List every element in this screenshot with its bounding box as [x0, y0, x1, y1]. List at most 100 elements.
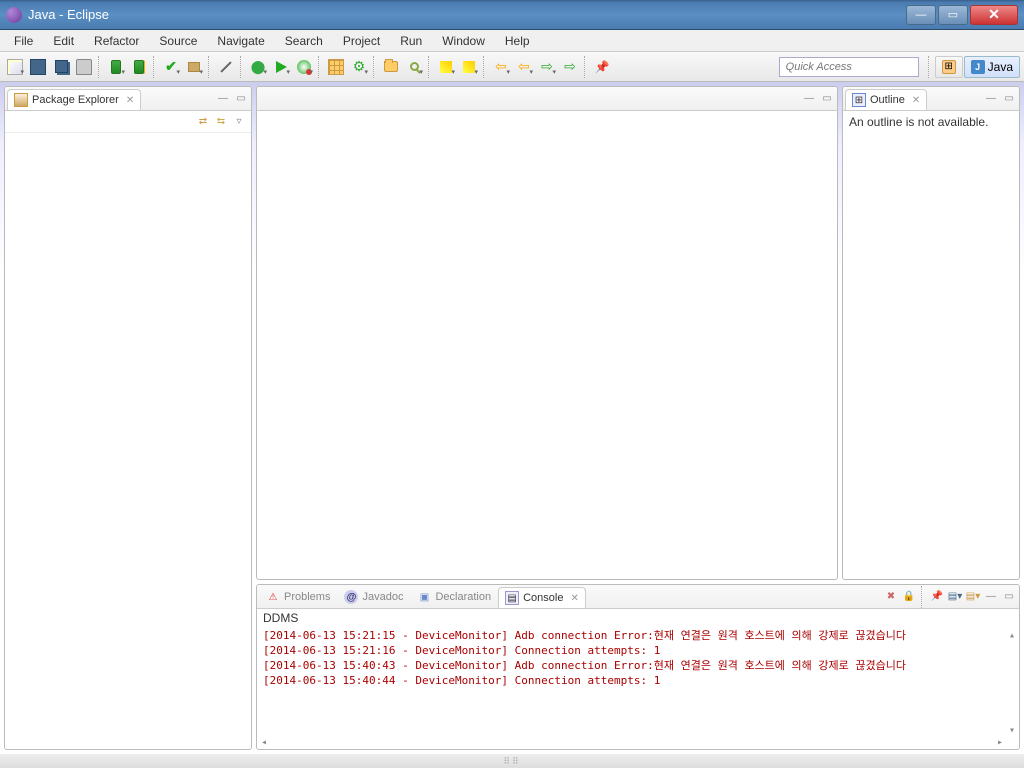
- editor-body[interactable]: [257, 111, 837, 579]
- tab-javadoc[interactable]: @ Javadoc: [337, 586, 410, 607]
- console-source-label: DDMS: [257, 609, 1019, 627]
- nav-forward2-button[interactable]: ⇨: [536, 56, 558, 78]
- phone-icon: [134, 60, 144, 74]
- open-type-button[interactable]: [380, 56, 402, 78]
- toolbar-separator: [928, 56, 932, 78]
- new-android-button[interactable]: [325, 56, 347, 78]
- minimize-view-button[interactable]: —: [983, 91, 999, 107]
- toolbar-separator: [584, 56, 588, 78]
- menu-run[interactable]: Run: [390, 31, 432, 51]
- outline-view: ⊞ Outline ✕ — ▭ An outline is not availa…: [842, 86, 1020, 580]
- toolbar-separator: [483, 56, 487, 78]
- lint-button[interactable]: ✔: [160, 56, 182, 78]
- menu-navigate[interactable]: Navigate: [207, 31, 274, 51]
- java-perspective-icon: J: [971, 60, 985, 74]
- tab-declaration[interactable]: ▣ Declaration: [410, 586, 498, 607]
- menu-search[interactable]: Search: [275, 31, 333, 51]
- close-icon[interactable]: ✕: [570, 593, 578, 604]
- save-icon: [30, 59, 46, 75]
- menu-edit[interactable]: Edit: [43, 31, 84, 51]
- declaration-icon: ▣: [417, 590, 431, 604]
- close-icon[interactable]: ✕: [126, 95, 134, 106]
- menu-help[interactable]: Help: [495, 31, 540, 51]
- toolbar-separator: [153, 56, 157, 78]
- minimize-button[interactable]: —: [906, 5, 936, 25]
- center-right-column: — ▭ ⊞ Outline ✕: [256, 86, 1020, 750]
- display-console-button[interactable]: ▤▾: [947, 589, 963, 605]
- nav-back-button[interactable]: ⇦: [490, 56, 512, 78]
- bug-icon: ⬤: [251, 59, 266, 75]
- tab-package-explorer[interactable]: Package Explorer ✕: [7, 89, 141, 110]
- check-icon: ✔: [165, 58, 177, 75]
- view-controls: — ▭: [801, 91, 835, 107]
- scroll-up-icon[interactable]: ▴: [1009, 629, 1015, 643]
- link-editor-button[interactable]: ⇆: [213, 114, 229, 130]
- package-explorer-body[interactable]: [5, 133, 251, 749]
- app-window: Java - Eclipse — ▭ ✕ File Edit Refactor …: [0, 0, 1024, 768]
- quick-access-input[interactable]: [779, 57, 919, 77]
- scroll-left-icon[interactable]: ◂: [261, 736, 1015, 750]
- maximize-view-button[interactable]: ▭: [1001, 91, 1017, 107]
- console-output[interactable]: [2014-06-13 15:21:15 - DeviceMonitor] Ad…: [257, 627, 1019, 749]
- run-button[interactable]: [270, 56, 292, 78]
- menu-source[interactable]: Source: [149, 31, 207, 51]
- run-last-button[interactable]: [293, 56, 315, 78]
- collapse-all-button[interactable]: ⇄: [195, 114, 211, 130]
- nav-forward-button[interactable]: ⇦: [513, 56, 535, 78]
- close-button[interactable]: ✕: [970, 5, 1018, 25]
- save-all-button[interactable]: [50, 56, 72, 78]
- menu-refactor[interactable]: Refactor: [84, 31, 149, 51]
- drag-handle-icon[interactable]: ⠿⠿: [503, 756, 520, 767]
- pin-icon: 📌: [595, 60, 610, 74]
- maximize-button[interactable]: ▭: [938, 5, 968, 25]
- minimize-view-button[interactable]: —: [983, 589, 999, 605]
- phone-icon: [111, 60, 121, 74]
- view-menu-button[interactable]: ▿: [231, 114, 247, 130]
- open-perspective-button[interactable]: ⊞: [935, 56, 963, 78]
- arrow-left-icon: ⇦: [518, 58, 530, 75]
- scroll-lock-button[interactable]: 🔒: [901, 589, 917, 605]
- build-button[interactable]: ⚙: [348, 56, 370, 78]
- search-button[interactable]: [403, 56, 425, 78]
- maximize-view-button[interactable]: ▭: [233, 91, 249, 107]
- next-annotation-button[interactable]: [458, 56, 480, 78]
- new-button[interactable]: [4, 56, 26, 78]
- debug-button[interactable]: ⬤: [247, 56, 269, 78]
- grid-icon: [328, 59, 344, 75]
- nav-last-button[interactable]: ⇨: [559, 56, 581, 78]
- save-button[interactable]: [27, 56, 49, 78]
- menu-project[interactable]: Project: [333, 31, 390, 51]
- avd-manager-button[interactable]: [128, 56, 150, 78]
- new-package-button[interactable]: [183, 56, 205, 78]
- print-button[interactable]: [73, 56, 95, 78]
- menu-file[interactable]: File: [4, 31, 43, 51]
- arrow-right-icon: ⇨: [541, 58, 553, 75]
- highlight-icon: [463, 61, 475, 73]
- new-icon: [7, 59, 23, 75]
- wand-button[interactable]: [215, 56, 237, 78]
- scroll-right-icon[interactable]: ▸: [997, 736, 1003, 750]
- annotation-button[interactable]: [435, 56, 457, 78]
- package-icon: [188, 62, 200, 72]
- maximize-view-button[interactable]: ▭: [819, 91, 835, 107]
- pin-editor-button[interactable]: 📌: [591, 56, 613, 78]
- menu-window[interactable]: Window: [432, 31, 495, 51]
- wand-icon: [220, 61, 231, 72]
- tab-label: Package Explorer: [32, 94, 119, 106]
- minimize-view-button[interactable]: —: [801, 91, 817, 107]
- minimize-view-button[interactable]: —: [215, 91, 231, 107]
- package-explorer-toolbar: ⇄ ⇆ ▿: [5, 111, 251, 133]
- android-sdk-button[interactable]: [105, 56, 127, 78]
- clear-console-button[interactable]: ✖: [883, 589, 899, 605]
- maximize-view-button[interactable]: ▭: [1001, 589, 1017, 605]
- java-perspective-button[interactable]: J Java: [964, 56, 1020, 78]
- open-console-button[interactable]: ▤▾: [965, 589, 981, 605]
- run-icon: [276, 61, 287, 73]
- tab-console[interactable]: ▤ Console ✕: [498, 587, 586, 608]
- tab-outline[interactable]: ⊞ Outline ✕: [845, 89, 927, 110]
- pin-console-button[interactable]: 📌: [929, 589, 945, 605]
- close-icon[interactable]: ✕: [912, 95, 920, 106]
- run-external-icon: [297, 60, 311, 74]
- view-controls: — ▭: [215, 91, 249, 107]
- tab-problems[interactable]: ⚠ Problems: [259, 586, 337, 607]
